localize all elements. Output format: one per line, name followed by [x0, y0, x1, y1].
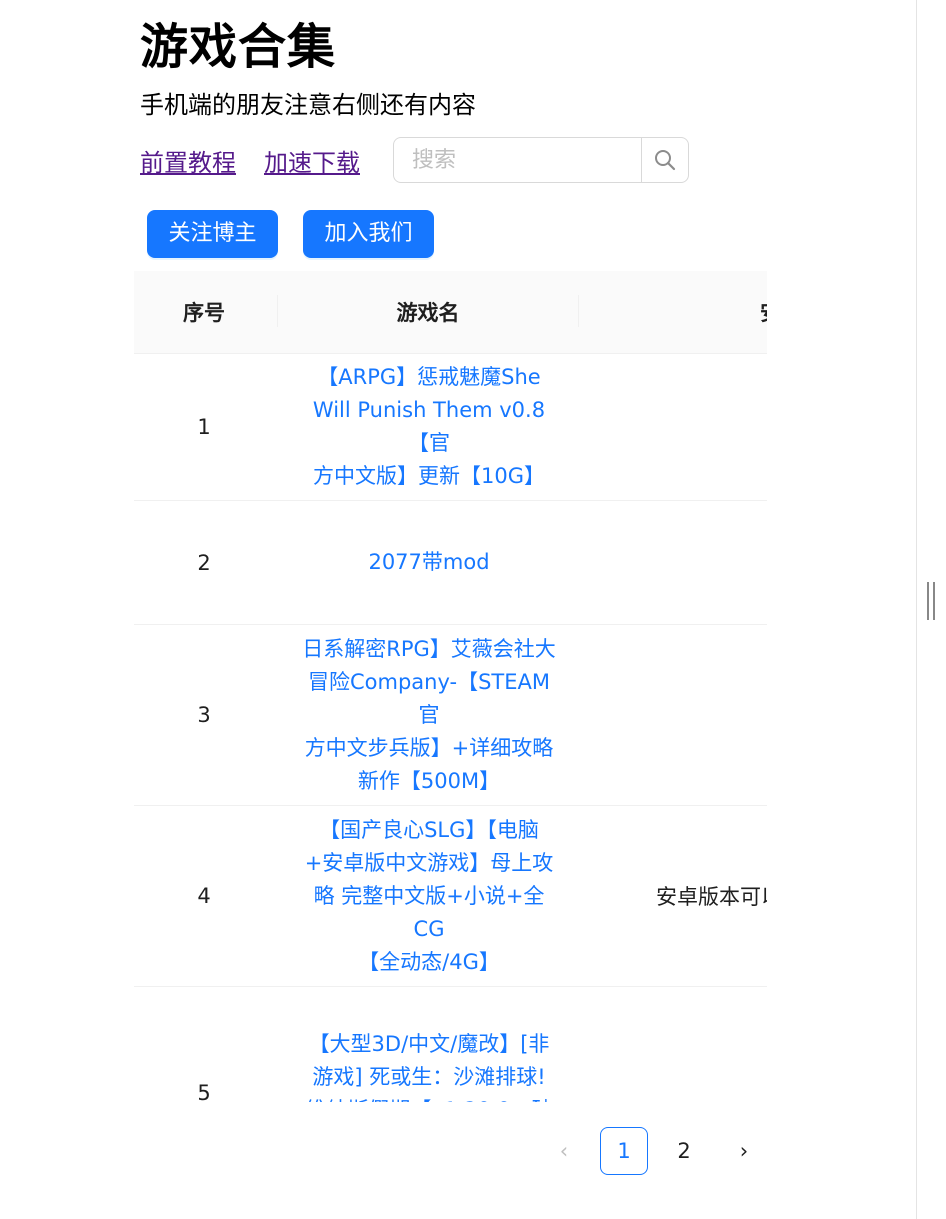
game-name-line: 方中文步兵版】+详细攻略: [304, 735, 554, 760]
game-name-link[interactable]: 【ARPG】惩戒魅魔She Will Punish Them v0.8【官 方中…: [301, 361, 557, 493]
side-panel-divider: [916, 0, 946, 1219]
pagination-prev-button[interactable]: ‹: [540, 1127, 588, 1175]
row-index: 4: [197, 884, 211, 908]
pagination-page-2[interactable]: 2: [660, 1127, 708, 1175]
page-subtitle: 手机端的朋友注意右侧还有内容: [140, 91, 476, 119]
game-name-line: 游戏] 死或生：沙滩排球!: [312, 1065, 546, 1089]
game-name-line: 【国产良心SLG】【电脑: [319, 817, 539, 842]
row-index: 1: [197, 414, 211, 439]
table-row: 3 日系解密RPG】艾薇会社大 冒险Company-【STEAM官 方中文步兵版…: [134, 625, 767, 806]
tutorial-link[interactable]: 前置教程: [140, 146, 236, 180]
table-header: 序号 游戏名 安: [134, 271, 767, 354]
search-box: [393, 137, 689, 183]
row-note: 安卓版本可以: [656, 885, 767, 909]
game-name-line: 方中文版】更新【10G】: [313, 463, 545, 488]
game-name-link[interactable]: 2077带mod: [301, 546, 557, 579]
game-name-link[interactable]: 【大型3D/中文/魔改】[非 游戏] 死或生：沙滩排球! 维纳斯假期【v1.20…: [301, 1028, 557, 1102]
column-header-game-name: 游戏名: [396, 301, 460, 325]
game-name-line: 略 完整中文版+小说+全CG: [313, 883, 545, 941]
table-row: 2 2077带mod: [134, 501, 767, 625]
game-name-line: 【全动态/4G】: [358, 949, 500, 974]
search-input[interactable]: [394, 138, 641, 182]
table-row: 1 【ARPG】惩戒魅魔She Will Punish Them v0.8【官 …: [134, 353, 767, 501]
download-link[interactable]: 加速下载: [264, 146, 360, 180]
game-name-link[interactable]: 【国产良心SLG】【电脑 +安卓版中文游戏】母上攻 略 完整中文版+小说+全CG…: [301, 814, 557, 979]
game-name-link[interactable]: 日系解密RPG】艾薇会社大 冒险Company-【STEAM官 方中文步兵版】+…: [301, 633, 557, 798]
game-name-line: 新作【500M】: [357, 768, 501, 793]
pagination-page-1[interactable]: 1: [600, 1127, 648, 1175]
game-name-line: 【ARPG】惩戒魅魔She: [317, 364, 541, 389]
follow-blogger-button[interactable]: 关注博主: [147, 210, 278, 258]
pagination-next-button[interactable]: ›: [720, 1127, 768, 1175]
row-index: 2: [197, 550, 211, 575]
game-name-line: Will Punish Them v0.8【官: [312, 397, 546, 455]
column-divider: [578, 295, 579, 327]
game-name-line: 维纳斯假期【v1.20.0 - 破: [301, 1094, 557, 1102]
join-us-button[interactable]: 加入我们: [303, 210, 434, 258]
game-name-line: 日系解密RPG】艾薇会社大: [302, 636, 556, 661]
search-button[interactable]: [641, 138, 688, 182]
game-name-line: 冒险Company-【STEAM官: [307, 669, 551, 727]
column-header-third: 安: [760, 271, 767, 353]
table-row: 4 【国产良心SLG】【电脑 +安卓版中文游戏】母上攻 略 完整中文版+小说+全…: [134, 806, 767, 987]
game-name-line: +安卓版中文游戏】母上攻: [304, 850, 554, 875]
column-header-index: 序号: [183, 301, 225, 325]
row-index: 5: [197, 1081, 211, 1102]
table-row: 5 【大型3D/中文/魔改】[非 游戏] 死或生：沙滩排球! 维纳斯假期【v1.…: [134, 987, 767, 1102]
drag-handle-icon[interactable]: [927, 582, 937, 620]
row-index: 3: [197, 703, 211, 727]
game-name-line: 2077带mod: [368, 550, 490, 574]
games-table[interactable]: 序号 游戏名 安 1 【ARPG】惩戒魅魔She Will Punish The…: [134, 271, 767, 1102]
game-name-line: 【大型3D/中文/魔改】[非: [308, 1032, 550, 1056]
page-title: 游戏合集: [140, 19, 337, 75]
search-icon: [655, 150, 676, 171]
